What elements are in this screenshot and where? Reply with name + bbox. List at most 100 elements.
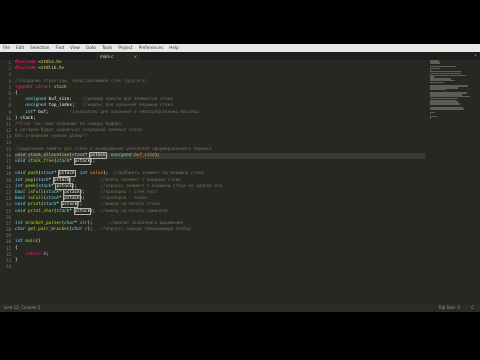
minimap-line: [430, 62, 440, 64]
code-token: ;: [46, 251, 49, 257]
code-token: stack: [46, 196, 59, 202]
code-token: pstack: [63, 195, 81, 203]
code-token: );: [90, 159, 96, 164]
minimap-line: [430, 67, 440, 69]
code-token: }: [15, 258, 18, 263]
code-token: );: [79, 189, 101, 195]
menu-item-help[interactable]: Help: [166, 44, 182, 52]
code-token: <stdlib.h>: [38, 66, 65, 72]
code-token: //вывод на печать символов: [100, 208, 168, 214]
code-token: //размер памяти для элементов стека: [82, 97, 173, 103]
code-token: );: [71, 183, 101, 189]
code-token: char: [15, 227, 28, 233]
code-line[interactable]: [15, 264, 425, 270]
code-token: *: [69, 208, 75, 214]
tab-dropdown-icon[interactable]: ▾: [474, 52, 477, 60]
code-token: //вернуть элемент с вершины стека не уда…: [100, 183, 223, 189]
code-token: );: [154, 152, 160, 158]
code-token: stack: [53, 84, 67, 90]
code-token: unsigned: [25, 97, 49, 103]
code-token: peek: [25, 183, 36, 189]
code-token: );: [79, 196, 101, 202]
code-token: int: [15, 239, 26, 245]
code-token: pstack: [73, 207, 92, 215]
code-token: pstack: [52, 176, 71, 184]
code-editor[interactable]: #include <stdio.h> #include <stdlib.h> //С…: [15, 60, 425, 304]
video-frame: { "menu": ["File","Edit","Selection","Fi…: [0, 0, 480, 360]
menu-item-goto[interactable]: Goto: [83, 44, 99, 52]
tab-close-icon[interactable]: ×: [134, 53, 137, 60]
code-token: //добавить элемент на вершину стека: [113, 171, 204, 177]
code-token: );: [90, 208, 101, 214]
minimap-line: [430, 103, 460, 105]
code-token: value: [90, 171, 104, 177]
menu-item-tools[interactable]: Tools: [99, 44, 115, 52]
code-token: buf_size;: [48, 97, 83, 103]
code-token: int: [15, 183, 26, 189]
code-token: //индекс для хранения вершины стека: [82, 103, 173, 109]
code-token: );: [103, 171, 114, 177]
code-token: void: [15, 208, 28, 214]
code-token: без отведения нужной длины*/: [15, 134, 88, 140]
code-token: } stack;: [15, 115, 36, 121]
code-token: unsigned: [25, 103, 49, 109]
code-token: {: [15, 90, 18, 96]
code-token: //вывод на печать стека: [100, 202, 160, 208]
menu-item-find[interactable]: Find: [52, 44, 67, 52]
code-token: pstack: [63, 188, 81, 196]
tab-size-selector[interactable]: Tab Size: 4: [439, 305, 460, 310]
minimap-line: [430, 117, 431, 119]
code-token: int: [15, 177, 26, 183]
menu-bar: File Edit Selection Find View Goto Tools Projec…: [0, 44, 480, 52]
code-token: void: [15, 202, 28, 208]
menu-item-project[interactable]: Project: [115, 44, 135, 52]
code-token: в котором будет храниться очередной элем…: [15, 128, 142, 134]
code-token: //анализ скобочного выражения: [108, 220, 184, 226]
tab-main-c[interactable]: main.c ×: [96, 53, 140, 60]
code-token: bool: [15, 189, 28, 195]
code-token: );: [77, 202, 101, 208]
code-token: isFull: [27, 189, 44, 195]
code-token: #include: [15, 66, 39, 72]
code-token: stack: [46, 189, 59, 195]
menu-item-preferences[interactable]: Preferences: [136, 44, 167, 52]
tab-strip: main.c × ▾: [0, 52, 480, 60]
code-token: buf_size: [134, 152, 155, 158]
syntax-selector[interactable]: C: [471, 305, 474, 310]
minimap-line: [430, 74, 466, 77]
code-token: typedef struct: [15, 84, 54, 90]
code-token: void: [15, 159, 28, 164]
code-token: return: [25, 251, 44, 257]
code-token: bracket_parser: [25, 220, 62, 226]
menu-item-file[interactable]: File: [0, 44, 13, 52]
menu-item-view[interactable]: View: [67, 44, 83, 52]
minimap-line: [430, 115, 437, 117]
code-token: pop: [25, 177, 34, 183]
code-token: print: [27, 202, 41, 208]
code-token: char: [64, 220, 75, 226]
code-token: );: [87, 220, 109, 226]
code-token: pstack: [58, 170, 76, 178]
code-token: {: [15, 245, 18, 251]
code-token: push: [27, 171, 39, 177]
menu-item-selection[interactable]: Selection: [27, 44, 52, 52]
code-token: * buf;: [33, 109, 70, 115]
line-number-gutter: 1 2 3 4 5 6 7 8 9 10 11 12 13 14 15 16 17 18 19 20 21 22 23 24 2…: [0, 60, 12, 304]
code-token: *: [69, 159, 75, 164]
code-token: //вернуть парную закрывающую скобку: [100, 227, 191, 233]
code-token: <stdio.h>: [38, 60, 62, 65]
code-token: top_index;: [48, 103, 83, 109]
code-token: int: [79, 171, 91, 177]
code-token: void: [15, 171, 28, 177]
minimap-line: [430, 81, 444, 84]
menu-item-edit[interactable]: Edit: [13, 44, 27, 52]
code-token: /*Стек так тоже называют по номеру буфер…: [15, 121, 124, 127]
minimap[interactable]: [430, 60, 478, 120]
code-token: );: [87, 227, 101, 233]
code-token: (): [35, 239, 41, 245]
code-token: //указатель для хранения и непосредствен…: [69, 109, 199, 115]
